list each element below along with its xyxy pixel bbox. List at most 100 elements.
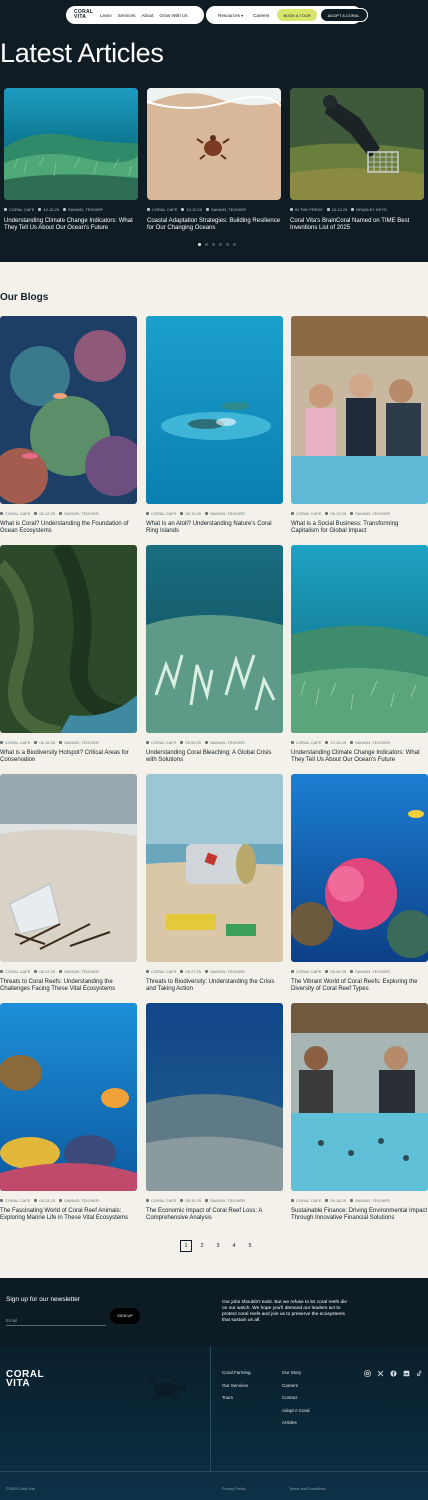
blog-title[interactable]: Threats to Biodiversity: Understanding t… (146, 979, 283, 992)
blog-card[interactable]: CORAL CAFE 05.06.25 SAMUEL TEICHER The V… (291, 774, 428, 992)
blog-card[interactable]: CORAL CAFE 06.16.25 SAMUEL TEICHER What … (0, 545, 137, 763)
footer-link-articles[interactable]: Articles (282, 1420, 310, 1433)
book-tour-button[interactable]: BOOK A TOUR (277, 9, 317, 21)
blog-meta: CORAL CAFE 06.10.25 SAMUEL TEICHER (146, 511, 283, 516)
blog-card[interactable]: CORAL CAFE 09.18.25 SAMUEL TEICHER Susta… (291, 1003, 428, 1221)
category-tag: IN THE PRESS (290, 207, 323, 212)
carousel-dot[interactable] (212, 243, 215, 246)
blog-title[interactable]: What Is an Atoll? Understanding Nature's… (146, 521, 283, 534)
pagination: 1 2 3 4 5 (180, 1240, 256, 1252)
user-icon (59, 741, 62, 744)
nav-link-learn[interactable]: Learn (100, 13, 112, 18)
page-5-button[interactable]: 5 (244, 1240, 256, 1252)
blog-card[interactable]: CORAL CAFE 05.06.25 SAMUEL TEICHER Under… (146, 545, 283, 763)
articles-carousel[interactable]: CORAL CAFE 10.15.25 SAMUEL TEICHER Under… (4, 88, 428, 238)
footer-link-contact[interactable]: Contact (282, 1395, 310, 1408)
blog-card[interactable]: CORAL CAFE 05.23.25 SAMUEL TEICHER The F… (0, 1003, 137, 1221)
date-tag: 06.12.25 (34, 511, 55, 516)
carousel-slide[interactable]: CORAL CAFE 10.10.25 SAMUEL TEICHER Coast… (147, 88, 281, 232)
nav-resources-dropdown[interactable]: Resources (218, 13, 243, 18)
tag-icon (147, 208, 150, 211)
author-tag: SAMUEL TEICHER (59, 1198, 99, 1203)
x-icon[interactable] (377, 1370, 384, 1377)
footer-link-adopt-a-coral[interactable]: Adopt A Coral (282, 1408, 310, 1421)
calendar-icon (34, 1199, 38, 1202)
calendar-icon (325, 970, 329, 973)
footer-link-our-story[interactable]: Our Story (282, 1370, 310, 1383)
category-tag: CORAL CAFE (0, 1198, 30, 1203)
blog-title[interactable]: The Vibrant World of Coral Reefs: Explor… (291, 979, 428, 992)
slide-title[interactable]: Understanding Climate Change Indicators:… (4, 218, 138, 232)
author-tag: SAMUEL TEICHER (350, 969, 390, 974)
author-tag: SAMUEL TEICHER (205, 969, 245, 974)
carousel-slide[interactable]: CORAL CAFE 10.15.25 SAMUEL TEICHER Under… (4, 88, 138, 232)
blog-title[interactable]: The Economic Impact of Coral Reef Loss: … (146, 1208, 283, 1221)
blog-card[interactable]: CORAL CAFE 06.22.25 SAMUEL TEICHER Threa… (0, 774, 137, 992)
footer-link-careers[interactable]: Careers (282, 1383, 310, 1396)
carousel-dot[interactable] (205, 243, 208, 246)
blog-card[interactable]: CORAL CAFE 06.12.25 SAMUEL TEICHER What … (0, 316, 137, 534)
blog-image-barrel-beach (146, 774, 283, 962)
tag-icon (146, 741, 149, 744)
footer-link-coral-farming[interactable]: Coral Farming (222, 1370, 251, 1383)
blog-title[interactable]: The Fascinating World of Coral Reef Anim… (0, 1208, 137, 1221)
terms-link[interactable]: Terms and Conditions (289, 1487, 326, 1491)
carousel-dot[interactable] (219, 243, 222, 246)
linkedin-icon[interactable] (403, 1370, 410, 1377)
instagram-icon[interactable] (364, 1370, 371, 1377)
blog-title[interactable]: Sustainable Finance: Driving Environment… (291, 1208, 428, 1221)
calendar-icon (326, 208, 330, 211)
footer-logo[interactable]: CORAL VITA (6, 1370, 44, 1389)
sign-up-button[interactable]: SIGN UP (110, 1308, 140, 1324)
carousel-dot[interactable] (198, 243, 201, 246)
coral-vita-logo[interactable]: CORAL VITA (74, 10, 94, 20)
privacy-policy-link[interactable]: Privacy Policy (222, 1487, 246, 1491)
secondary-nav: Resources Careers BOOK A TOUR ADOPT A CO… (206, 6, 368, 24)
blog-card[interactable]: CORAL CAFE 05.30.25 SAMUEL TEICHER The E… (146, 1003, 283, 1221)
nav-link-grow-with-us[interactable]: Grow With Us (159, 13, 187, 18)
carousel-dot[interactable] (233, 243, 236, 246)
user-icon (350, 1199, 353, 1202)
date-tag: 06.16.25 (34, 740, 55, 745)
date-tag: 05.06.25 (180, 740, 201, 745)
blog-card[interactable]: CORAL CAFE 05.27.25 SAMUEL TEICHER Threa… (146, 774, 283, 992)
footer-link-tours[interactable]: Tours (222, 1395, 251, 1408)
date-tag: 10.15.25 (38, 207, 59, 212)
nav-link-careers[interactable]: Careers (253, 13, 269, 18)
blog-card[interactable]: CORAL CAFE 06.19.25 SAMUEL TEICHER What … (291, 316, 428, 534)
page-1-button[interactable]: 1 (180, 1240, 192, 1252)
nav-link-services[interactable]: Services (118, 13, 136, 18)
page-2-button[interactable]: 2 (196, 1240, 208, 1252)
tag-icon (291, 1199, 294, 1202)
nav-link-about[interactable]: About (141, 13, 153, 18)
blog-title[interactable]: What is Coral? Understanding the Foundat… (0, 521, 137, 534)
user-icon (63, 208, 66, 211)
footer-links-col1: Coral Farming Our Services Tours (222, 1370, 251, 1408)
tiktok-icon[interactable] (416, 1370, 423, 1377)
blog-meta: CORAL CAFE 06.22.25 SAMUEL TEICHER (0, 969, 137, 974)
carousel-slide[interactable]: IN THE PRESS 10.14.25 BRADLEY KEYS Coral… (290, 88, 424, 232)
slide-title[interactable]: Coral Vita's BrainCoral Named on TIME Be… (290, 218, 424, 232)
blog-meta: CORAL CAFE 06.16.25 SAMUEL TEICHER (0, 740, 137, 745)
blog-card[interactable]: CORAL CAFE 10.15.25 SAMUEL TEICHER Under… (291, 545, 428, 763)
adopt-coral-button[interactable]: ADOPT A CORAL (319, 8, 368, 22)
blog-title[interactable]: Understanding Coral Bleaching: A Global … (146, 750, 283, 763)
blog-title[interactable]: Understanding Climate Change Indicators:… (291, 750, 428, 763)
category-tag: CORAL CAFE (4, 207, 34, 212)
carousel-dot[interactable] (226, 243, 229, 246)
author-tag: SAMUEL TEICHER (350, 511, 390, 516)
author-tag: SAMUEL TEICHER (59, 969, 99, 974)
page-4-button[interactable]: 4 (228, 1240, 240, 1252)
category-tag: CORAL CAFE (291, 740, 321, 745)
blog-image-dead-reef (146, 1003, 283, 1191)
facebook-icon[interactable] (390, 1370, 397, 1377)
page-3-button[interactable]: 3 (212, 1240, 224, 1252)
blog-card[interactable]: CORAL CAFE 06.10.25 SAMUEL TEICHER What … (146, 316, 283, 534)
footer-link-our-services[interactable]: Our Services (222, 1383, 251, 1396)
slide-title[interactable]: Coastal Adaptation Strategies: Building … (147, 218, 281, 232)
blog-title[interactable]: What is a Biodiversity Hotspot? Critical… (0, 750, 137, 763)
blog-title[interactable]: Threats to Coral Reefs: Understanding th… (0, 979, 137, 992)
author-tag: SAMUEL TEICHER (59, 511, 99, 516)
email-field[interactable] (6, 1316, 106, 1326)
blog-title[interactable]: What is a Social Business: Transforming … (291, 521, 428, 534)
